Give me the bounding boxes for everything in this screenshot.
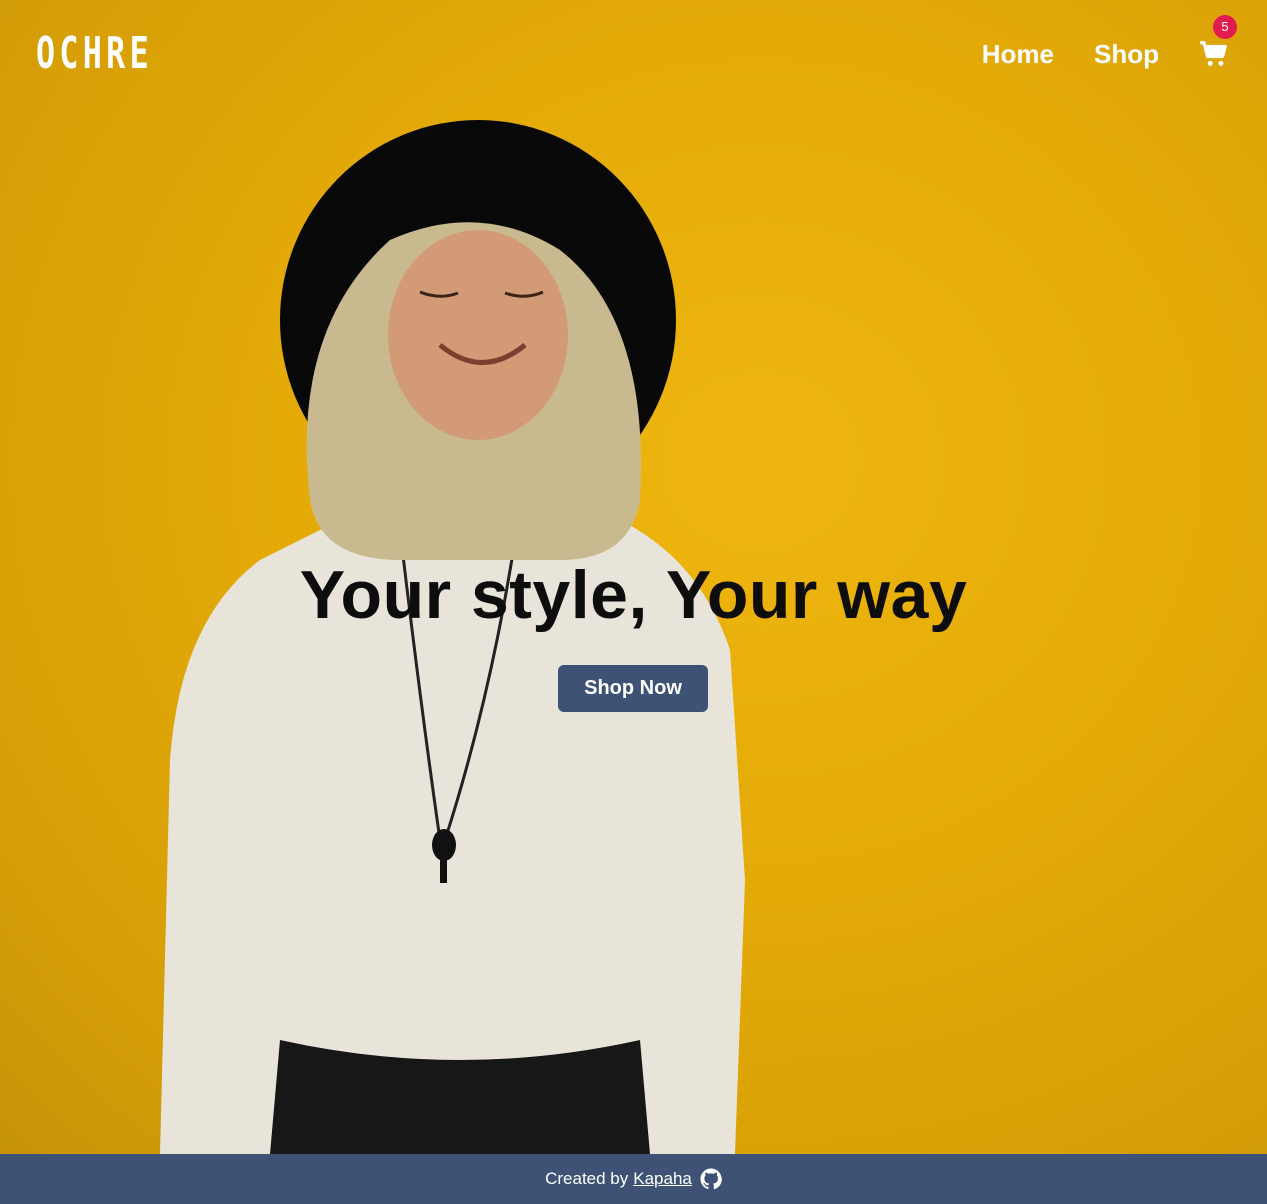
github-icon[interactable] xyxy=(700,1168,722,1190)
main-nav: Home Shop 5 xyxy=(982,0,1267,108)
shop-now-button[interactable]: Shop Now xyxy=(558,665,708,712)
nav-shop-link[interactable]: Shop xyxy=(1094,39,1159,70)
cart-count-badge: 5 xyxy=(1213,15,1237,39)
footer: Created by Kapaha xyxy=(0,1154,1267,1204)
brand-logo[interactable]: OCHRE xyxy=(36,30,153,78)
footer-author-link[interactable]: Kapaha xyxy=(633,1169,692,1189)
cart-button[interactable]: 5 xyxy=(1199,15,1237,69)
footer-credit-text: Created by xyxy=(545,1169,629,1188)
nav-home-link[interactable]: Home xyxy=(982,39,1054,70)
hero-headline: Your style, Your way xyxy=(299,557,968,633)
shopping-cart-icon xyxy=(1200,41,1227,66)
